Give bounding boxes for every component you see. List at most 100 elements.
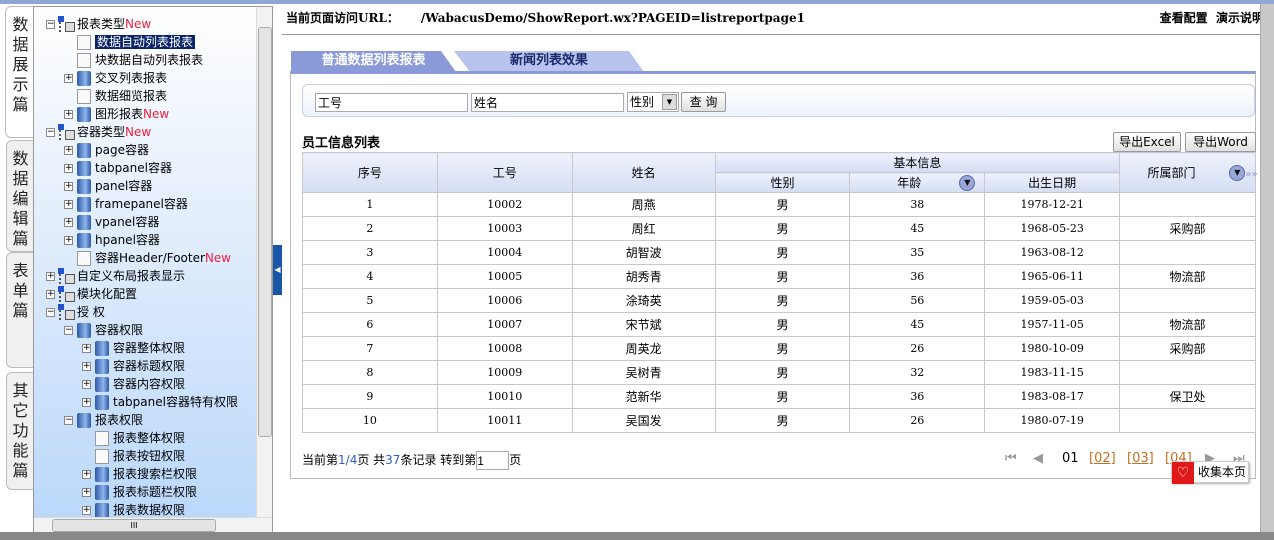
table-cell: 范新华 (571, 384, 716, 409)
page-link[interactable]: [03] (1127, 451, 1154, 466)
tree-item[interactable]: + 报表标题栏权限 (82, 483, 197, 501)
name-input[interactable] (471, 93, 624, 112)
tree-item[interactable]: 数据细览报表 (64, 87, 167, 105)
table-cell: 8 (302, 360, 438, 385)
collapse-icon[interactable]: − (46, 20, 55, 29)
scroll-thumb[interactable]: III (52, 519, 216, 532)
column-move-icon[interactable]: »» (1245, 169, 1257, 180)
column-filter-icon[interactable]: ▼ (1229, 165, 1246, 182)
side-tab-1[interactable]: 数据编辑篇 (6, 140, 34, 252)
folder-icon (77, 233, 91, 248)
table-cell: 45 (849, 312, 986, 337)
tree-item[interactable]: + 模块化配置 (46, 285, 137, 303)
tree-item[interactable]: + 容器内容权限 (82, 375, 185, 393)
side-tab-3[interactable]: 其它功能篇 (6, 372, 34, 490)
expand-icon[interactable]: + (46, 272, 55, 281)
table-cell: 10002 (436, 192, 573, 217)
search-bar: 性别 ▼ 查 询 (302, 84, 1255, 117)
expand-icon[interactable]: + (82, 488, 91, 497)
page-link[interactable]: [02] (1089, 451, 1116, 466)
expand-icon[interactable]: + (82, 362, 91, 371)
table-cell: 1980-10-09 (984, 336, 1121, 361)
export-word-button[interactable]: 导出Word (1185, 132, 1256, 152)
tree-item[interactable]: + 容器整体权限 (82, 339, 185, 357)
expand-icon[interactable]: + (82, 380, 91, 389)
tree-item[interactable]: − 报表权限 (64, 411, 143, 429)
table-cell: 26 (849, 408, 986, 433)
tree-item-label: vpanel容器 (95, 215, 160, 229)
tree-item[interactable]: + panel容器 (64, 177, 152, 195)
scroll-thumb[interactable] (258, 27, 272, 437)
expand-icon[interactable]: + (64, 236, 73, 245)
tree-item[interactable]: 报表按钮权限 (82, 447, 185, 465)
page-scrollbar[interactable] (1260, 4, 1274, 540)
emp-no-input[interactable] (315, 93, 468, 112)
tree-item[interactable]: 容器Header/FooterNew (64, 249, 231, 267)
col-dept: 所属部门 ▼»» (1119, 152, 1258, 193)
col-seq: 序号 (302, 152, 438, 193)
expand-icon[interactable]: + (64, 200, 73, 209)
tree-item[interactable]: + framepanel容器 (64, 195, 188, 213)
collapse-icon[interactable]: − (46, 128, 55, 137)
tree-item[interactable]: + 图形报表New (64, 105, 169, 123)
tree-item[interactable]: 数据自动列表报表 (64, 33, 196, 51)
gender-select[interactable]: 性别 ▼ (627, 92, 679, 112)
tab-news-list[interactable]: 新闻列表效果 (454, 51, 644, 72)
expand-icon[interactable]: + (64, 146, 73, 155)
tree-item[interactable]: − 授 权 (46, 303, 105, 321)
favorite-button[interactable]: ♡ 收集本页 (1171, 461, 1249, 484)
collapse-icon[interactable]: − (64, 416, 73, 425)
expand-icon[interactable]: + (64, 74, 73, 83)
tree-item[interactable]: + page容器 (64, 141, 149, 159)
folder-icon (95, 359, 109, 374)
url-label: 当前页面访问URL： (286, 11, 399, 25)
expand-icon[interactable]: + (64, 164, 73, 173)
side-tab-2[interactable]: 表单篇 (6, 252, 34, 368)
tree-item[interactable]: + 报表搜索栏权限 (82, 465, 197, 483)
expand-icon[interactable]: + (64, 218, 73, 227)
tree-item[interactable]: 报表整体权限 (82, 429, 185, 447)
expand-icon[interactable]: + (64, 110, 73, 119)
tree-item[interactable]: + vpanel容器 (64, 213, 159, 231)
tree-item[interactable]: + tabpanel容器 (64, 159, 172, 177)
export-excel-button[interactable]: 导出Excel (1113, 132, 1181, 152)
table-cell: 周燕 (571, 192, 716, 217)
expand-icon[interactable]: + (82, 506, 91, 515)
side-tab-0[interactable]: 数据展示篇 (5, 6, 35, 138)
collapse-sidebar-button[interactable]: ◀ (273, 245, 282, 295)
tree-item[interactable]: + hpanel容器 (64, 231, 160, 249)
view-config-link[interactable]: 查看配置 (1160, 11, 1208, 25)
table-cell: 物流部 (1119, 264, 1256, 289)
table-cell: 吴树青 (571, 360, 716, 385)
prev-page-icon[interactable]: ◀ (1033, 451, 1043, 466)
chevron-down-icon[interactable]: ▼ (662, 94, 677, 110)
query-button[interactable]: 查 询 (681, 92, 726, 112)
tree-item[interactable]: + 交叉列表报表 (64, 69, 167, 87)
column-filter-icon[interactable]: ▼ (959, 175, 976, 192)
tree-item[interactable]: − 容器类型New (46, 123, 151, 141)
tree-item[interactable]: + tabpanel容器特有权限 (82, 393, 238, 411)
expand-icon[interactable]: + (46, 290, 55, 299)
demo-description-link[interactable]: 演示说明 (1216, 11, 1264, 25)
expand-icon[interactable]: + (82, 470, 91, 479)
tree-item[interactable]: + 自定义布局报表显示 (46, 267, 185, 285)
employee-table: 序号 工号 姓名 基本信息 所属部门 ▼»» 性别 年龄 ▼ 出生日期 1 10002 周燕男 38… (302, 152, 1258, 433)
tree-item[interactable]: − 容器权限 (64, 321, 143, 339)
expand-icon[interactable]: + (64, 182, 73, 191)
collapse-icon[interactable]: − (64, 326, 73, 335)
tab-normal-list[interactable]: 普通数据列表报表 (291, 51, 456, 72)
tree-item[interactable]: 块数据自动列表报表 (64, 51, 203, 69)
table-row: 8 10009 吴树青男 32 1983-11-15 (302, 360, 1256, 385)
goto-page-input[interactable] (476, 451, 510, 470)
collapse-icon[interactable]: − (46, 308, 55, 317)
tree-item-label: 容器内容权限 (113, 377, 186, 391)
expand-icon[interactable]: + (82, 344, 91, 353)
tree-item[interactable]: + 容器标题权限 (82, 357, 185, 375)
tree-item-label: 报表按钮权限 (113, 449, 186, 463)
expand-icon[interactable]: + (82, 398, 91, 407)
tree-vertical-scrollbar[interactable] (256, 7, 272, 519)
tree-group-icon (58, 268, 75, 284)
tree-item[interactable]: − 报表类型New (46, 15, 151, 33)
tree-horizontal-scrollbar[interactable]: III (34, 517, 272, 533)
first-page-icon[interactable]: ⏮ (1005, 451, 1017, 466)
